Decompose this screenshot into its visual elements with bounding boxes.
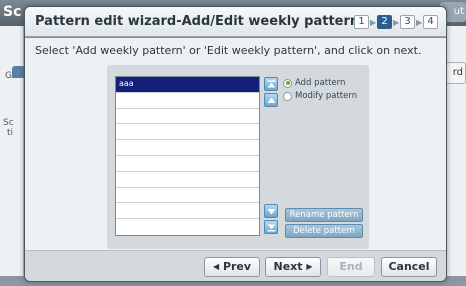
scroll-down-button[interactable] [264,204,278,218]
list-item[interactable] [116,203,259,220]
step-1: 1 [354,15,369,29]
double-arrow-up-icon [267,80,276,88]
modify-pattern-radio[interactable] [283,91,292,101]
list-item[interactable] [116,109,259,125]
step-arrow-icon: ▶ [370,17,377,27]
triangle-right-icon: ▶ [306,262,313,271]
arrow-up-icon [267,97,276,103]
add-pattern-radio[interactable] [283,78,292,88]
scroll-to-top-button[interactable] [264,77,278,91]
background-right-panel: rd [444,26,466,276]
rename-pattern-button[interactable]: Rename pattern [285,208,363,222]
double-arrow-down-icon [267,224,276,232]
prev-button-label: Prev [222,260,252,273]
add-pattern-label: Add pattern [295,78,346,88]
list-item[interactable]: aaa [116,77,259,93]
pattern-panel: aaa Add pattern Modify pattern Rename pa… [107,65,369,249]
modify-pattern-option[interactable]: Modify pattern [283,91,357,101]
add-pattern-option[interactable]: Add pattern [283,78,345,88]
background-left-panel: G Sc ti [0,26,26,276]
next-button-label: Next [273,260,303,273]
list-item[interactable] [116,124,259,141]
step-4: 4 [423,15,438,29]
prev-button[interactable]: ◀ Prev [204,257,260,277]
arrow-down-icon [267,209,276,215]
delete-pattern-button[interactable]: Delete pattern [285,224,363,238]
background-label-sc: Sc [3,118,14,128]
step-3: 3 [400,15,415,29]
dialog-titlebar: Pattern edit wizard-Add/Edit weekly patt… [25,7,446,37]
triangle-left-icon: ◀ [212,262,220,271]
list-item[interactable] [116,140,259,156]
background-label-g: G [5,71,12,81]
step-arrow-icon: ▶ [393,17,400,27]
list-item[interactable] [116,93,259,109]
pattern-list[interactable]: aaa [115,76,260,236]
list-item[interactable] [116,172,259,188]
background-label-ti: ti [7,128,14,138]
next-button[interactable]: Next ▶ [265,257,321,277]
end-button[interactable]: End [327,257,375,277]
background-right-tab[interactable]: rd [444,62,466,84]
dialog-footer: ◀ Prev Next ▶ End Cancel [25,250,446,281]
cancel-button[interactable]: Cancel [381,257,437,277]
instruction-text: Select 'Add weekly pattern' or 'Edit wee… [35,44,422,57]
step-indicator: 1 ▶ 2 ▶ 3 ▶ 4 [354,15,438,29]
background-title: Sc [3,4,22,20]
scroll-to-bottom-button[interactable] [264,220,278,234]
step-arrow-icon: ▶ [416,17,423,27]
list-item[interactable] [116,156,259,172]
modify-pattern-label: Modify pattern [295,91,358,101]
pattern-wizard-dialog: Pattern edit wizard-Add/Edit weekly patt… [24,6,447,282]
list-item[interactable] [116,188,259,204]
list-item[interactable] [116,219,259,235]
step-2-current: 2 [377,15,392,29]
scroll-up-button[interactable] [264,93,278,107]
dialog-title: Pattern edit wizard-Add/Edit weekly patt… [35,14,360,29]
dialog-body: Select 'Add weekly pattern' or 'Edit wee… [25,38,446,250]
